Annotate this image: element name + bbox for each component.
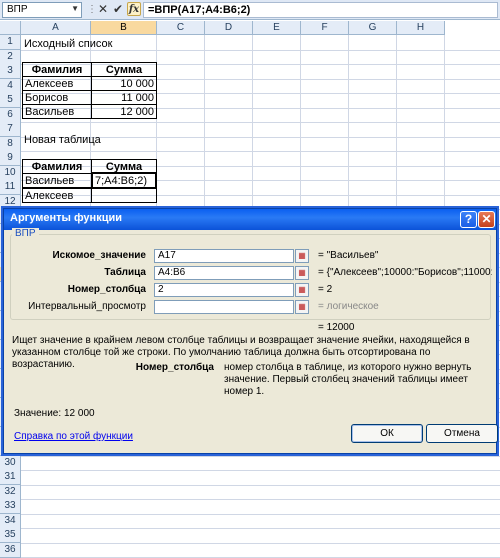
t1-sum-cell[interactable]: 12 000 <box>91 104 157 119</box>
gridline <box>21 470 500 471</box>
row-header-5[interactable]: 5 <box>0 93 21 108</box>
row-header-31[interactable]: 31 <box>0 470 21 485</box>
gridline <box>21 543 500 544</box>
gridline <box>21 485 500 486</box>
gridline <box>21 122 500 123</box>
row-header-3[interactable]: 3 <box>0 64 21 79</box>
cancel-formula-icon[interactable]: ✕ <box>96 2 110 17</box>
dialog-title: Аргументы функции <box>10 212 122 224</box>
range-picker-icon[interactable]: ▦ <box>295 300 309 314</box>
t1-header-name[interactable]: Фамилия <box>22 62 92 77</box>
chevron-down-icon[interactable]: ▼ <box>71 3 79 15</box>
row-header-10[interactable]: 10 <box>0 166 21 181</box>
arg-result-col-index: = 2 <box>318 284 333 295</box>
dialog-titlebar[interactable]: Аргументы функции ? ✕ <box>4 209 496 230</box>
gridline <box>21 514 500 515</box>
t2-header-name[interactable]: Фамилия <box>22 159 92 174</box>
t2-name-cell[interactable]: Алексеев <box>22 188 92 203</box>
arg-input-range-lookup[interactable] <box>154 300 294 314</box>
cell-a1[interactable]: Исходный список <box>22 37 152 52</box>
row-header-1[interactable]: 1 <box>0 35 21 50</box>
t1-name-cell[interactable]: Борисов <box>22 90 92 105</box>
cancel-button[interactable]: Отмена <box>426 424 498 443</box>
gridline <box>21 151 500 152</box>
select-all-corner[interactable] <box>0 21 21 35</box>
arg-input-col-index[interactable]: 2 <box>154 283 294 297</box>
row-header-4[interactable]: 4 <box>0 79 21 94</box>
t1-name-cell[interactable]: Алексеев <box>22 76 92 91</box>
column-header-e[interactable]: E <box>253 21 301 35</box>
t1-sum-cell[interactable]: 11 000 <box>91 90 157 105</box>
arg-result-table: = {"Алексеев";10000:"Борисов";11000:"Ва.… <box>318 267 492 278</box>
value-text: 12 000 <box>64 408 95 419</box>
arg-input-table[interactable]: A4:B6 <box>154 266 294 280</box>
value-label: Значение: <box>14 408 62 419</box>
row-header-8[interactable]: 8 <box>0 137 21 152</box>
row-header-7[interactable]: 7 <box>0 122 21 137</box>
arg-label-table: Таблица <box>104 267 146 278</box>
insert-function-icon[interactable]: fx <box>127 2 141 16</box>
arg-result-range-lookup: = логическое <box>318 301 379 312</box>
arg-label-lookup-value: Искомое_значение <box>52 250 146 261</box>
cell-a14[interactable]: Новая таблица <box>22 133 152 148</box>
t2-name-cell[interactable]: Васильев <box>22 173 92 188</box>
t1-name-cell[interactable]: Васильев <box>22 104 92 119</box>
column-header-h[interactable]: H <box>397 21 445 35</box>
arg-label-range-lookup: Интервальный_просмотр <box>28 301 146 312</box>
gridline <box>21 528 500 529</box>
row-header-30[interactable]: 30 <box>0 456 21 471</box>
row-header-2[interactable]: 2 <box>0 50 21 65</box>
row-header-33[interactable]: 33 <box>0 499 21 514</box>
arg-help-name: Номер_столбца <box>135 362 214 373</box>
arg-input-lookup-value[interactable]: A17 <box>154 249 294 263</box>
active-cell-b17[interactable]: 7;A4:B6;2) <box>91 172 157 189</box>
enter-formula-icon[interactable]: ✔ <box>111 2 125 17</box>
row-header-36[interactable]: 36 <box>0 543 21 558</box>
ok-button[interactable]: ОК <box>351 424 423 443</box>
row-header-6[interactable]: 6 <box>0 108 21 123</box>
range-picker-icon[interactable]: ▦ <box>295 283 309 297</box>
column-header-d[interactable]: D <box>205 21 253 35</box>
t1-header-sum[interactable]: Сумма <box>91 62 157 77</box>
row-header-34[interactable]: 34 <box>0 514 21 529</box>
gridline <box>21 456 500 457</box>
arg-label-col-index: Номер_столбца <box>67 284 146 295</box>
function-arguments-dialog: Аргументы функции ? ✕ ВПР Искомое_значен… <box>3 208 498 454</box>
column-header-c[interactable]: C <box>157 21 205 35</box>
arg-result-lookup-value: = "Васильев" <box>318 250 379 261</box>
range-picker-icon[interactable]: ▦ <box>295 249 309 263</box>
help-link[interactable]: Справка по этой функции <box>14 431 133 442</box>
row-header-35[interactable]: 35 <box>0 528 21 543</box>
function-name-label: ВПР <box>12 228 39 239</box>
range-picker-icon[interactable]: ▦ <box>295 266 309 280</box>
row-header-32[interactable]: 32 <box>0 485 21 500</box>
column-header-a[interactable]: A <box>21 21 91 35</box>
gridline <box>21 499 500 500</box>
help-icon[interactable]: ? <box>460 211 477 228</box>
name-box-value: ВПР <box>7 4 28 15</box>
formula-input[interactable]: =ВПР(A17;A4:B6;2) <box>143 2 498 18</box>
row-header-9[interactable]: 9 <box>0 151 21 166</box>
formula-result: = 12000 <box>318 322 355 333</box>
arg-help-text: номер столбца в таблице, из которого нуж… <box>224 362 472 397</box>
t1-sum-cell[interactable]: 10 000 <box>91 76 157 91</box>
t2-sum-cell[interactable] <box>91 188 157 203</box>
column-header-b[interactable]: B <box>91 21 157 35</box>
formula-bar: ВПР ▼ ⋮ ✕ ✔ fx =ВПР(A17;A4:B6;2) <box>0 0 500 20</box>
row-header-11[interactable]: 11 <box>0 180 21 195</box>
column-header-f[interactable]: F <box>301 21 349 35</box>
column-header-g[interactable]: G <box>349 21 397 35</box>
close-icon[interactable]: ✕ <box>478 211 495 228</box>
name-box[interactable]: ВПР ▼ <box>2 2 82 18</box>
